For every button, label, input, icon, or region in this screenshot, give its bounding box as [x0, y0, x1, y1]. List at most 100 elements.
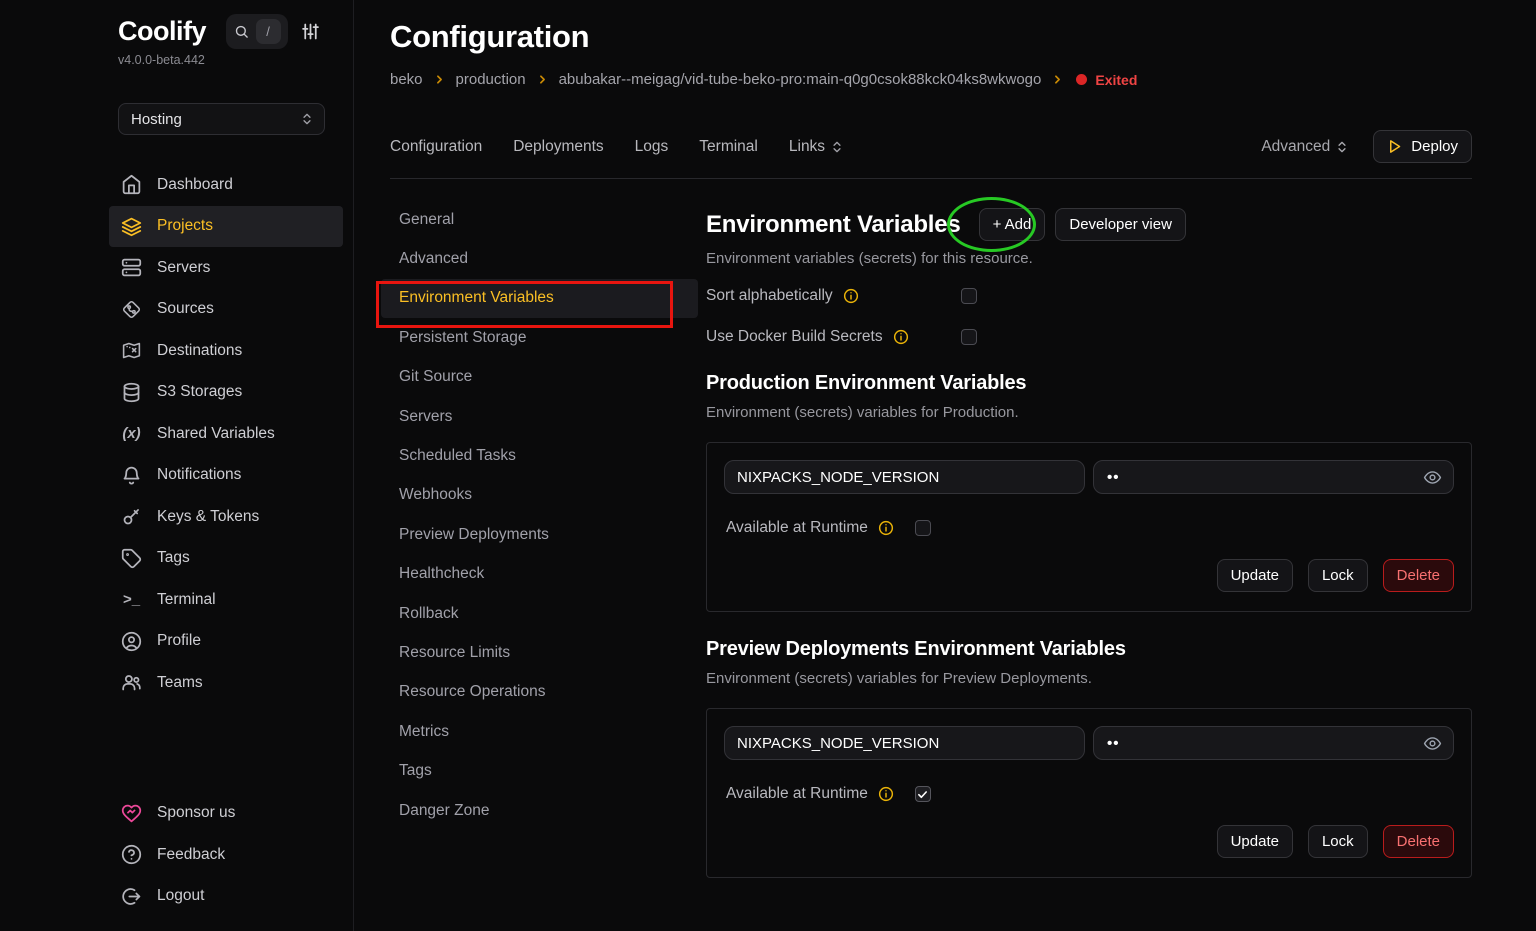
available-at-runtime-checkbox[interactable]: [915, 786, 931, 802]
developer-view-button[interactable]: Developer view: [1055, 208, 1186, 241]
env-var-card: •• Available at Runtime Update Lock: [706, 442, 1472, 612]
sidebar-item-terminal[interactable]: >_ Terminal: [109, 579, 343, 621]
map-icon: [121, 340, 142, 361]
subnav-item-healthcheck[interactable]: Healthcheck: [381, 555, 698, 594]
sidebar-item-label: Servers: [157, 259, 210, 277]
env-var-name-input[interactable]: [724, 460, 1085, 494]
info-icon[interactable]: [893, 329, 909, 345]
eye-icon[interactable]: [1423, 468, 1442, 487]
sidebar-item-label: Sources: [157, 300, 214, 318]
chevrons-up-down-icon: [300, 112, 314, 126]
deploy-button[interactable]: Deploy: [1373, 130, 1472, 163]
sidebar-item-logout[interactable]: Logout: [109, 876, 343, 918]
team-selector[interactable]: Hosting: [118, 103, 325, 135]
lock-button[interactable]: Lock: [1308, 825, 1368, 858]
sidebar-item-destinations[interactable]: Destinations: [109, 330, 343, 372]
subnav-item-resource-operations[interactable]: Resource Operations: [381, 673, 698, 712]
eye-icon[interactable]: [1423, 734, 1442, 753]
sidebar-item-feedback[interactable]: Feedback: [109, 834, 343, 876]
card-actions: Update Lock Delete: [724, 559, 1454, 592]
env-var-value-field[interactable]: ••: [1093, 460, 1454, 494]
subnav-item-preview-deployments[interactable]: Preview Deployments: [381, 515, 698, 554]
terminal-icon: >_: [121, 589, 142, 610]
sidebar-item-teams[interactable]: Teams: [109, 662, 343, 704]
chevron-right-icon: [433, 73, 446, 86]
env-var-name-input[interactable]: [724, 726, 1085, 760]
status-dot: [1076, 74, 1087, 85]
sidebar-item-profile[interactable]: Profile: [109, 621, 343, 663]
sidebar-item-notifications[interactable]: Notifications: [109, 455, 343, 497]
tab-deployments[interactable]: Deployments: [513, 138, 603, 156]
tab-logs[interactable]: Logs: [635, 138, 669, 156]
slash-shortcut-key: /: [256, 19, 281, 44]
tabbar-right: Advanced Deploy: [1261, 130, 1472, 163]
env-title: Environment Variables: [706, 211, 961, 239]
delete-button[interactable]: Delete: [1383, 825, 1454, 858]
update-button[interactable]: Update: [1217, 825, 1293, 858]
env-var-value-field[interactable]: ••: [1093, 726, 1454, 760]
search-button[interactable]: /: [226, 14, 288, 49]
check-icon: [917, 789, 928, 800]
subnav-item-servers[interactable]: Servers: [381, 397, 698, 436]
sidebar-item-shared-variables[interactable]: (x) Shared Variables: [109, 413, 343, 455]
subnav-item-advanced[interactable]: Advanced: [381, 239, 698, 278]
subnav-item-webhooks[interactable]: Webhooks: [381, 476, 698, 515]
subnav-item-general[interactable]: General: [381, 200, 698, 239]
info-icon[interactable]: [843, 288, 859, 304]
subnav-item-environment-variables[interactable]: Environment Variables: [381, 279, 698, 318]
info-icon[interactable]: [878, 786, 894, 802]
production-section-title: Production Environment Variables: [706, 372, 1472, 395]
subnav-item-git-source[interactable]: Git Source: [381, 358, 698, 397]
home-icon: [121, 174, 142, 195]
lock-button[interactable]: Lock: [1308, 559, 1368, 592]
variable-icon: (x): [121, 423, 142, 444]
sort-alphabetically-checkbox[interactable]: [961, 288, 977, 304]
server-icon: [121, 257, 142, 278]
sliders-icon[interactable]: [300, 21, 321, 42]
help-circle-icon: [121, 844, 142, 865]
subnav-item-scheduled-tasks[interactable]: Scheduled Tasks: [381, 436, 698, 475]
sidebar-item-keys-tokens[interactable]: Keys & Tokens: [109, 496, 343, 538]
delete-button[interactable]: Delete: [1383, 559, 1454, 592]
sort-alphabetically-row: Sort alphabetically: [706, 287, 1472, 305]
sidebar-item-label: Terminal: [157, 591, 216, 609]
card-actions: Update Lock Delete: [724, 825, 1454, 858]
app-logo: Coolify: [118, 16, 206, 47]
tab-terminal[interactable]: Terminal: [699, 138, 758, 156]
tabs: Configuration Deployments Logs Terminal …: [390, 138, 844, 156]
available-at-runtime-row: Available at Runtime: [724, 785, 1454, 803]
docker-build-secrets-label: Use Docker Build Secrets: [706, 328, 883, 346]
layers-icon: [121, 216, 142, 237]
logout-icon: [121, 886, 142, 907]
users-icon: [121, 672, 142, 693]
sidebar-item-sources[interactable]: Sources: [109, 289, 343, 331]
breadcrumb-team[interactable]: beko: [390, 71, 423, 88]
sidebar-item-projects[interactable]: Projects: [109, 206, 343, 248]
subnav-item-metrics[interactable]: Metrics: [381, 712, 698, 751]
production-env-section: Production Environment Variables Environ…: [706, 372, 1472, 612]
add-env-var-button[interactable]: + Add: [979, 208, 1046, 241]
breadcrumb-environment[interactable]: production: [456, 71, 526, 88]
main-area: Configuration beko production abubakar--…: [354, 0, 1536, 931]
subnav-item-persistent-storage[interactable]: Persistent Storage: [381, 318, 698, 357]
subnav-item-danger-zone[interactable]: Danger Zone: [381, 791, 698, 830]
config-subnav: General Advanced Environment Variables P…: [390, 200, 698, 830]
available-at-runtime-checkbox[interactable]: [915, 520, 931, 536]
sidebar-item-dashboard[interactable]: Dashboard: [109, 164, 343, 206]
subnav-item-rollback[interactable]: Rollback: [381, 594, 698, 633]
subnav-item-tags[interactable]: Tags: [381, 751, 698, 790]
sidebar-item-servers[interactable]: Servers: [109, 247, 343, 289]
subnav-item-resource-limits[interactable]: Resource Limits: [381, 633, 698, 672]
sidebar-item-label: S3 Storages: [157, 383, 242, 401]
docker-build-secrets-checkbox[interactable]: [961, 329, 977, 345]
chevrons-up-down-icon: [1335, 140, 1349, 154]
info-icon[interactable]: [878, 520, 894, 536]
sidebar-item-tags[interactable]: Tags: [109, 538, 343, 580]
tab-links[interactable]: Links: [789, 138, 844, 156]
breadcrumb-resource[interactable]: abubakar--meigag/vid-tube-beko-pro:main-…: [559, 71, 1042, 88]
sidebar-item-sponsor-us[interactable]: Sponsor us: [109, 793, 343, 835]
update-button[interactable]: Update: [1217, 559, 1293, 592]
advanced-menu[interactable]: Advanced: [1261, 138, 1349, 156]
tab-configuration[interactable]: Configuration: [390, 138, 482, 156]
sidebar-item-s3-storages[interactable]: S3 Storages: [109, 372, 343, 414]
